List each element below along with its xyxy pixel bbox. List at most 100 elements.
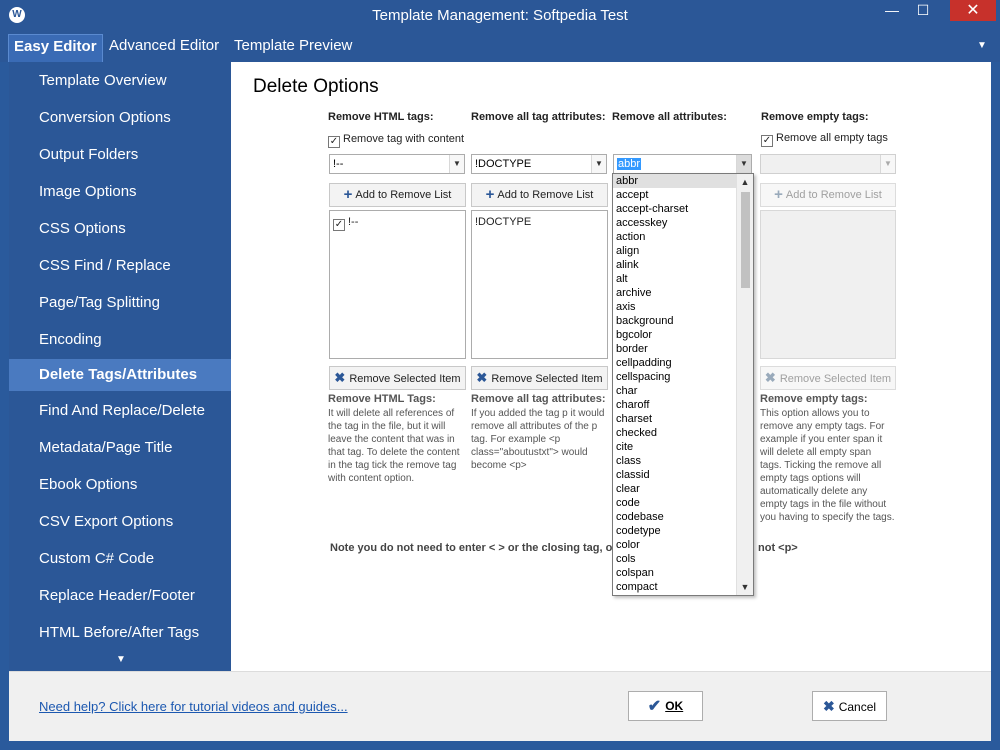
- dropdown-option[interactable]: class: [613, 454, 753, 468]
- maximize-button[interactable]: ☐: [909, 0, 937, 21]
- html-tags-list[interactable]: ✓ !--: [329, 210, 466, 359]
- dropdown-option[interactable]: cite: [613, 440, 753, 454]
- chevron-down-icon[interactable]: ▼: [449, 155, 464, 173]
- add-tag-attribute-button[interactable]: + Add to Remove List: [471, 183, 608, 207]
- dropdown-option[interactable]: accept-charset: [613, 202, 753, 216]
- tab-template-preview[interactable]: Template Preview: [229, 34, 357, 62]
- dropdown-option[interactable]: checked: [613, 426, 753, 440]
- scroll-down-icon[interactable]: ▼: [737, 579, 753, 595]
- dropdown-option[interactable]: cols: [613, 552, 753, 566]
- tag-attributes-description-title: Remove all tag attributes:: [471, 393, 606, 405]
- dropdown-option[interactable]: bgcolor: [613, 328, 753, 342]
- dropdown-option[interactable]: alt: [613, 272, 753, 286]
- html-tag-select[interactable]: !-- ▼: [329, 154, 465, 174]
- html-tag-select-value: !--: [333, 158, 344, 170]
- sidebar-item-find-replace-delete[interactable]: Find And Replace/Delete: [9, 395, 231, 427]
- attribute-select[interactable]: abbr ▼: [613, 154, 752, 174]
- dropdown-option[interactable]: border: [613, 342, 753, 356]
- dropdown-option[interactable]: charset: [613, 412, 753, 426]
- cancel-button[interactable]: ✖ Cancel: [812, 691, 887, 721]
- plus-icon: +: [774, 186, 783, 203]
- sidebar-item-image-options[interactable]: Image Options: [9, 176, 231, 208]
- scroll-up-icon[interactable]: ▲: [737, 174, 753, 190]
- dropdown-option[interactable]: cellpadding: [613, 356, 753, 370]
- empty-tags-list: [760, 210, 896, 359]
- sidebar-scroll-down-icon[interactable]: ▼: [116, 654, 126, 665]
- minimize-button[interactable]: —: [878, 0, 906, 21]
- sidebar-item-css-options[interactable]: CSS Options: [9, 213, 231, 245]
- plus-icon: +: [485, 186, 495, 203]
- dropdown-option[interactable]: alink: [613, 258, 753, 272]
- remove-selected-html-tag-button[interactable]: ✖ Remove Selected Item: [329, 366, 466, 390]
- remove-tag-with-content-checkbox[interactable]: ✓ Remove tag with content: [328, 133, 464, 148]
- tag-attribute-select[interactable]: !DOCTYPE ▼: [471, 154, 607, 174]
- empty-tag-select: ▼: [760, 154, 896, 174]
- remove-button-label: Remove Selected Item: [779, 373, 892, 385]
- tab-easy-editor[interactable]: Easy Editor: [8, 34, 103, 62]
- dropdown-option[interactable]: action: [613, 230, 753, 244]
- checkmark-icon[interactable]: ✓: [333, 219, 345, 231]
- dropdown-option[interactable]: code: [613, 496, 753, 510]
- dropdown-option[interactable]: compact: [613, 580, 753, 594]
- help-link[interactable]: Need help? Click here for tutorial video…: [39, 699, 348, 714]
- sidebar-item-output-folders[interactable]: Output Folders: [9, 139, 231, 171]
- dropdown-option[interactable]: accept: [613, 188, 753, 202]
- add-html-tag-button[interactable]: + Add to Remove List: [329, 183, 466, 207]
- dropdown-option[interactable]: colspan: [613, 566, 753, 580]
- dropdown-option[interactable]: clear: [613, 482, 753, 496]
- sidebar-item-metadata-page-title[interactable]: Metadata/Page Title: [9, 432, 231, 464]
- remove-all-empty-tags-checkbox[interactable]: ✓ Remove all empty tags: [761, 132, 888, 147]
- dropdown-option[interactable]: codetype: [613, 524, 753, 538]
- tab-advanced-editor[interactable]: Advanced Editor: [104, 34, 224, 62]
- scrollbar-thumb[interactable]: [741, 192, 750, 288]
- chevron-down-icon[interactable]: ▼: [591, 155, 606, 173]
- dropdown-option[interactable]: cellspacing: [613, 370, 753, 384]
- add-button-label: Add to Remove List: [355, 189, 452, 201]
- remove-x-icon: ✖: [764, 370, 776, 385]
- tag-attributes-list[interactable]: !DOCTYPE: [471, 210, 608, 359]
- page-title: Delete Options: [253, 76, 379, 97]
- sidebar-item-ebook-options[interactable]: Ebook Options: [9, 469, 231, 501]
- dropdown-option[interactable]: align: [613, 244, 753, 258]
- dropdown-option[interactable]: char: [613, 384, 753, 398]
- chevron-down-icon: ▼: [880, 155, 895, 173]
- chevron-down-icon[interactable]: ▼: [736, 155, 751, 173]
- tag-attributes-description: If you added the tag p it would remove a…: [471, 408, 605, 471]
- dropdown-option[interactable]: classid: [613, 468, 753, 482]
- dropdown-scrollbar[interactable]: ▲ ▼: [736, 174, 753, 595]
- remove-tag-attributes-header: Remove all tag attributes:: [471, 111, 606, 123]
- dropdown-option[interactable]: abbr: [613, 174, 753, 188]
- remove-x-icon: ✖: [476, 370, 488, 385]
- remove-selected-tag-attribute-button[interactable]: ✖ Remove Selected Item: [471, 366, 608, 390]
- sidebar-item-css-find-replace[interactable]: CSS Find / Replace: [9, 250, 231, 282]
- sidebar-item-csv-export-options[interactable]: CSV Export Options: [9, 506, 231, 538]
- dropdown-option[interactable]: background: [613, 314, 753, 328]
- sidebar-item-encoding[interactable]: Encoding: [9, 324, 231, 356]
- menu-overflow-arrow-icon[interactable]: ▼: [977, 40, 987, 51]
- sidebar-item-conversion-options[interactable]: Conversion Options: [9, 102, 231, 134]
- dropdown-option[interactable]: charoff: [613, 398, 753, 412]
- list-item[interactable]: !DOCTYPE: [475, 216, 531, 228]
- attribute-dropdown-list[interactable]: abbr accept accept-charset accesskey act…: [612, 173, 754, 596]
- remove-empty-tags-header: Remove empty tags:: [761, 111, 869, 123]
- attribute-select-value: abbr: [617, 158, 642, 170]
- add-button-label: Add to Remove List: [497, 189, 594, 201]
- cancel-x-icon: ✖: [822, 698, 835, 714]
- sidebar-item-template-overview[interactable]: Template Overview: [9, 65, 231, 97]
- tag-attribute-select-value: !DOCTYPE: [475, 158, 532, 170]
- add-button-label: Add to Remove List: [785, 189, 882, 201]
- dropdown-option[interactable]: axis: [613, 300, 753, 314]
- dropdown-option[interactable]: accesskey: [613, 216, 753, 230]
- sidebar-item-custom-csharp-code[interactable]: Custom C# Code: [9, 543, 231, 575]
- add-empty-tag-button: + Add to Remove List: [760, 183, 896, 207]
- dropdown-option[interactable]: codebase: [613, 510, 753, 524]
- sidebar-item-replace-header-footer[interactable]: Replace Header/Footer: [9, 580, 231, 612]
- sidebar-item-page-tag-splitting[interactable]: Page/Tag Splitting: [9, 287, 231, 319]
- dropdown-option[interactable]: color: [613, 538, 753, 552]
- sidebar-item-delete-tags-attributes[interactable]: Delete Tags/Attributes: [9, 359, 231, 391]
- sidebar-item-html-before-after-tags[interactable]: HTML Before/After Tags: [9, 617, 231, 649]
- close-button[interactable]: ✕: [950, 0, 996, 21]
- ok-button[interactable]: ✔ OK: [628, 691, 703, 721]
- list-item[interactable]: ✓ !--: [333, 216, 358, 231]
- dropdown-option[interactable]: archive: [613, 286, 753, 300]
